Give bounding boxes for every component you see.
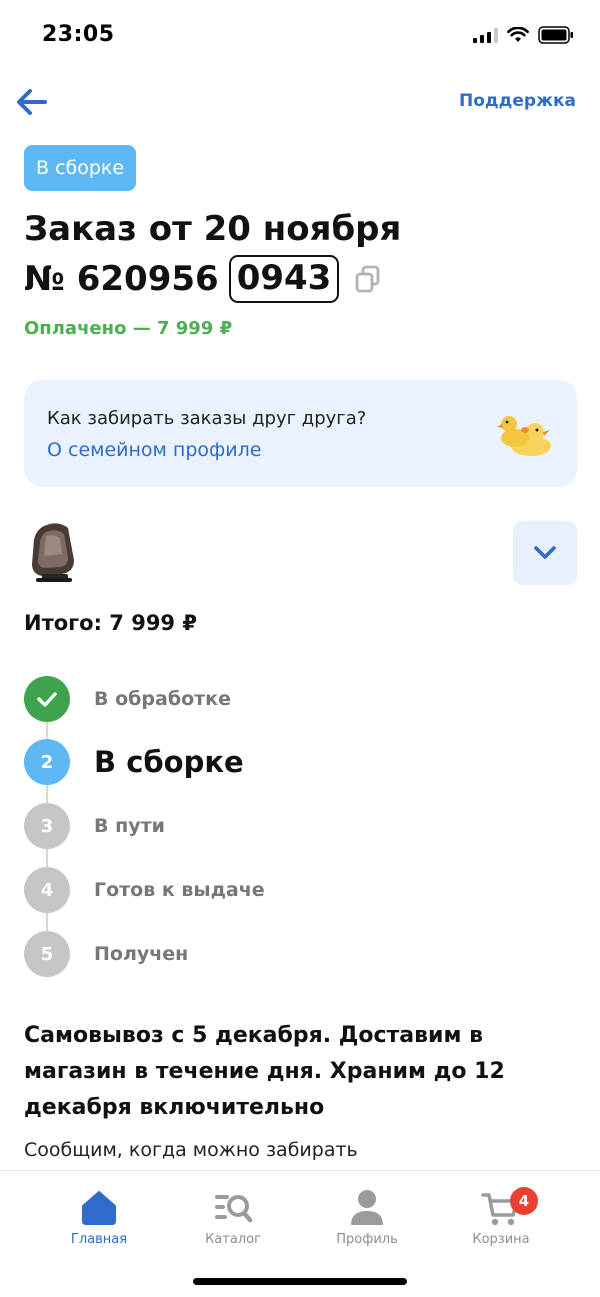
step-received: 5 Получен bbox=[24, 931, 188, 977]
step-in-transit: 3 В пути bbox=[24, 803, 165, 849]
pickup-note: Сообщим, когда можно забирать bbox=[24, 1139, 358, 1161]
chevron-down-icon bbox=[534, 546, 556, 559]
step-number-circle: 4 bbox=[24, 867, 70, 913]
home-icon bbox=[82, 1191, 116, 1225]
tab-label: Корзина bbox=[472, 1232, 530, 1247]
status-icons bbox=[473, 26, 574, 44]
step-label: В обработке bbox=[94, 688, 231, 710]
order-total: Итого: 7 999 ₽ bbox=[24, 611, 197, 635]
family-card-question: Как забирать заказы друг друга? bbox=[47, 408, 367, 429]
battery-icon bbox=[538, 26, 573, 44]
status-time: 23:05 bbox=[42, 22, 115, 47]
step-label: В пути bbox=[94, 815, 165, 837]
step-number-circle: 5 bbox=[24, 931, 70, 977]
step-label: Готов к выдаче bbox=[94, 879, 265, 901]
step-number-circle: 2 bbox=[24, 739, 70, 785]
step-done-circle bbox=[24, 676, 70, 722]
order-number-row: № 620956 0943 bbox=[24, 253, 381, 305]
expand-items-button[interactable] bbox=[513, 521, 577, 585]
home-indicator bbox=[193, 1278, 407, 1285]
tab-catalog[interactable]: Каталог bbox=[178, 1185, 288, 1247]
tab-profile[interactable]: Профиль bbox=[312, 1185, 422, 1247]
cellular-signal-icon bbox=[473, 27, 498, 43]
step-number-circle: 3 bbox=[24, 803, 70, 849]
paid-status: Оплачено — 7 999 ₽ bbox=[24, 318, 233, 339]
tab-label: Каталог bbox=[205, 1232, 261, 1247]
wifi-icon bbox=[507, 27, 529, 42]
car-seat-image[interactable] bbox=[24, 520, 82, 586]
profile-icon bbox=[351, 1190, 383, 1225]
step-label-current: В сборке bbox=[94, 745, 244, 779]
copy-icon[interactable] bbox=[355, 265, 381, 293]
step-ready: 4 Готов к выдаче bbox=[24, 867, 265, 913]
tab-label: Профиль bbox=[336, 1232, 398, 1247]
order-title: Заказ от 20 ноября bbox=[24, 209, 402, 249]
catalog-search-icon bbox=[215, 1195, 253, 1223]
step-assembly: 2 В сборке bbox=[24, 739, 244, 785]
family-profile-link[interactable]: О семейном профиле bbox=[47, 439, 261, 461]
tab-home[interactable]: Главная bbox=[44, 1185, 154, 1247]
order-pickup-code: 0943 bbox=[228, 255, 340, 303]
order-number-prefix: № 620956 bbox=[24, 259, 219, 299]
step-label: Получен bbox=[94, 943, 189, 965]
pickup-info-title: Самовывоз с 5 декабря. Доставим в магази… bbox=[24, 1023, 505, 1120]
back-button[interactable] bbox=[14, 84, 50, 120]
cart-badge: 4 bbox=[510, 1187, 538, 1215]
support-link[interactable]: Поддержка bbox=[459, 91, 576, 111]
ducks-icon bbox=[497, 416, 551, 456]
tab-cart[interactable]: 4 Корзина bbox=[446, 1185, 556, 1247]
tab-label: Главная bbox=[70, 1232, 128, 1247]
status-bar: 23:05 bbox=[0, 0, 600, 72]
checkmark-icon bbox=[37, 692, 57, 707]
arrow-left-icon bbox=[17, 89, 47, 115]
order-status-chip: В сборке bbox=[24, 145, 137, 191]
family-profile-card[interactable]: Как забирать заказы друг друга? О семейн… bbox=[24, 380, 577, 487]
step-processing: В обработке bbox=[24, 676, 231, 722]
